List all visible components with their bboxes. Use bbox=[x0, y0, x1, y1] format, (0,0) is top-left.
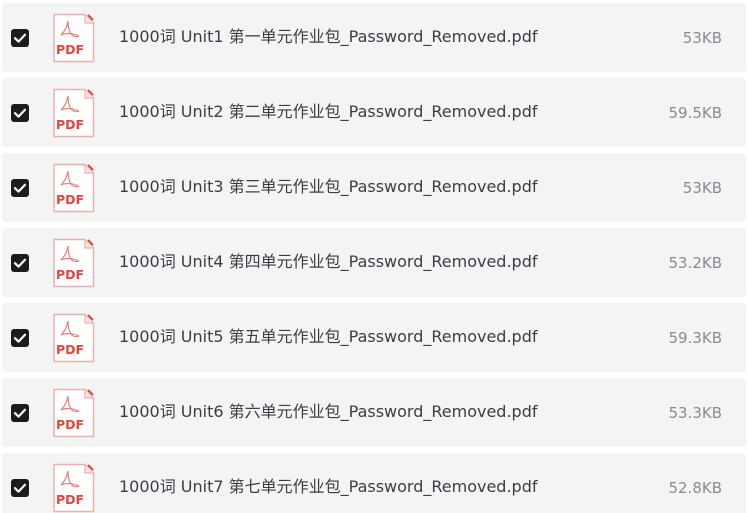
pdf-icon: PDF bbox=[51, 313, 95, 363]
pdf-icon: PDF bbox=[51, 238, 95, 288]
checkmark-icon bbox=[13, 33, 27, 43]
pdf-icon-label: PDF bbox=[56, 42, 84, 57]
file-name: 1000词 Unit3 第三单元作业包_Password_Removed.pdf bbox=[119, 177, 538, 196]
checkbox[interactable] bbox=[11, 404, 29, 422]
pdf-icon-label: PDF bbox=[56, 117, 84, 132]
file-size: 53.3KB bbox=[668, 404, 722, 422]
checkmark-icon bbox=[13, 183, 27, 193]
file-list: PDF 1000词 Unit1 第一单元作业包_Password_Removed… bbox=[0, 0, 748, 513]
file-name: 1000词 Unit5 第五单元作业包_Password_Removed.pdf bbox=[119, 327, 538, 346]
file-size: 53KB bbox=[682, 179, 722, 197]
file-row[interactable]: PDF 1000词 Unit4 第四单元作业包_Password_Removed… bbox=[2, 228, 746, 297]
file-name: 1000词 Unit4 第四单元作业包_Password_Removed.pdf bbox=[119, 252, 538, 271]
checkbox[interactable] bbox=[11, 179, 29, 197]
file-name: 1000词 Unit2 第二单元作业包_Password_Removed.pdf bbox=[119, 102, 538, 121]
file-size: 59.3KB bbox=[668, 329, 722, 347]
file-row[interactable]: PDF 1000词 Unit6 第六单元作业包_Password_Removed… bbox=[2, 378, 746, 447]
file-name: 1000词 Unit1 第一单元作业包_Password_Removed.pdf bbox=[119, 27, 538, 46]
pdf-icon-label: PDF bbox=[56, 267, 84, 282]
file-name: 1000词 Unit6 第六单元作业包_Password_Removed.pdf bbox=[119, 402, 538, 421]
checkmark-icon bbox=[13, 108, 27, 118]
file-row[interactable]: PDF 1000词 Unit2 第二单元作业包_Password_Removed… bbox=[2, 78, 746, 147]
checkbox[interactable] bbox=[11, 329, 29, 347]
checkmark-icon bbox=[13, 258, 27, 268]
file-size: 59.5KB bbox=[668, 104, 722, 122]
file-row[interactable]: PDF 1000词 Unit5 第五单元作业包_Password_Removed… bbox=[2, 303, 746, 372]
pdf-icon: PDF bbox=[51, 463, 95, 513]
pdf-icon: PDF bbox=[51, 388, 95, 438]
pdf-icon-label: PDF bbox=[56, 492, 84, 507]
checkbox[interactable] bbox=[11, 254, 29, 272]
checkmark-icon bbox=[13, 333, 27, 343]
checkbox[interactable] bbox=[11, 104, 29, 122]
pdf-icon: PDF bbox=[51, 163, 95, 213]
file-size: 52.8KB bbox=[668, 479, 722, 497]
file-name: 1000词 Unit7 第七单元作业包_Password_Removed.pdf bbox=[119, 477, 538, 496]
pdf-icon-label: PDF bbox=[56, 192, 84, 207]
checkbox[interactable] bbox=[11, 479, 29, 497]
file-size: 53KB bbox=[682, 29, 722, 47]
checkmark-icon bbox=[13, 483, 27, 493]
pdf-icon: PDF bbox=[51, 13, 95, 63]
pdf-icon-label: PDF bbox=[56, 417, 84, 432]
pdf-icon-label: PDF bbox=[56, 342, 84, 357]
file-row[interactable]: PDF 1000词 Unit1 第一单元作业包_Password_Removed… bbox=[2, 3, 746, 72]
pdf-icon: PDF bbox=[51, 88, 95, 138]
checkbox[interactable] bbox=[11, 29, 29, 47]
file-row[interactable]: PDF 1000词 Unit3 第三单元作业包_Password_Removed… bbox=[2, 153, 746, 222]
file-row[interactable]: PDF 1000词 Unit7 第七单元作业包_Password_Removed… bbox=[2, 453, 746, 513]
file-size: 53.2KB bbox=[668, 254, 722, 272]
checkmark-icon bbox=[13, 408, 27, 418]
